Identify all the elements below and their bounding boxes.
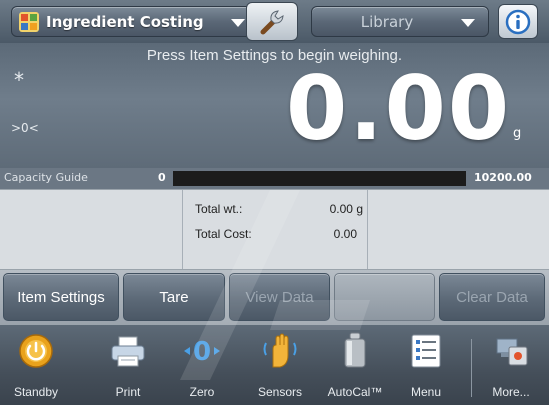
- nav-autocal-label: AutoCal™: [327, 385, 383, 399]
- nav-more[interactable]: More...: [478, 325, 544, 405]
- nav-print-label: Print: [115, 385, 141, 399]
- chevron-down-icon: [461, 19, 475, 27]
- weighing-display: Press Item Settings to begin weighing. *…: [0, 43, 549, 168]
- nav-divider: [471, 339, 472, 397]
- menu-icon: [411, 334, 441, 368]
- clear-data-button[interactable]: Clear Data: [439, 273, 545, 321]
- nav-zero[interactable]: 0 Zero: [172, 325, 232, 405]
- total-weight-value: 0.00 g: [329, 202, 363, 216]
- total-weight-label: Total wt.:: [195, 202, 243, 216]
- reference-cell-right: [368, 190, 549, 269]
- capacity-bar: [173, 171, 466, 186]
- nav-more-label: More...: [492, 385, 530, 399]
- application-title: Ingredient Costing: [46, 12, 204, 31]
- view-data-button[interactable]: View Data: [229, 273, 330, 321]
- reference-cell-center: Total wt.: 0.00 g Total Cost: 0.00: [183, 190, 368, 269]
- nav-menu[interactable]: Menu: [396, 325, 456, 405]
- calibration-weight-icon: [344, 332, 366, 368]
- application-dropdown[interactable]: Ingredient Costing: [11, 6, 270, 37]
- nav-standby-label: Standby: [13, 385, 59, 399]
- nav-menu-label: Menu: [410, 385, 442, 399]
- info-button[interactable]: [498, 4, 538, 39]
- center-of-zero-indicator: >0<: [11, 121, 39, 135]
- library-label: Library: [360, 13, 414, 31]
- zero-icon: 0: [184, 337, 220, 367]
- nav-print[interactable]: Print: [98, 325, 158, 405]
- reference-panel: Total wt.: 0.00 g Total Cost: 0.00: [0, 189, 549, 270]
- weight-reading: 0.00: [286, 57, 512, 160]
- reference-cell-left: [0, 190, 183, 269]
- capacity-guide-label: Capacity Guide: [4, 171, 88, 184]
- blank-softkey: [334, 273, 435, 321]
- softkey-bar: Item Settings Tare View Data Clear Data: [0, 270, 549, 325]
- tare-button[interactable]: Tare: [123, 273, 225, 321]
- capacity-guide: Capacity Guide 0 10200.00: [0, 168, 549, 189]
- library-dropdown[interactable]: Library: [311, 6, 489, 37]
- info-icon: [505, 9, 531, 34]
- svg-text:0: 0: [193, 337, 211, 367]
- nav-standby[interactable]: Standby: [6, 325, 66, 405]
- nav-autocal[interactable]: AutoCal™: [320, 325, 390, 405]
- hand-sensor-icon: [263, 333, 297, 368]
- total-cost-value: 0.00: [333, 227, 357, 241]
- capacity-guide-min: 0: [158, 171, 166, 184]
- more-icon: [496, 338, 528, 366]
- settings-wrench-button[interactable]: [246, 2, 298, 41]
- bottom-navigation: Standby Print 0 Zero Sensors AutoCal™ Me…: [0, 325, 549, 405]
- stable-indicator: *: [14, 68, 24, 92]
- ingredient-costing-icon: [19, 11, 39, 32]
- item-settings-button[interactable]: Item Settings: [3, 273, 119, 321]
- nav-zero-label: Zero: [189, 385, 215, 399]
- nav-sensors-label: Sensors: [257, 385, 303, 399]
- total-cost-label: Total Cost:: [195, 227, 252, 241]
- chevron-down-icon: [231, 19, 245, 27]
- top-bar: Ingredient Costing Library: [0, 0, 549, 43]
- capacity-guide-max: 10200.00: [474, 171, 532, 184]
- weight-unit: g: [513, 126, 522, 141]
- wrench-icon: [260, 9, 284, 34]
- standby-icon: [19, 334, 53, 368]
- printer-icon: [111, 336, 145, 367]
- nav-sensors[interactable]: Sensors: [248, 325, 312, 405]
